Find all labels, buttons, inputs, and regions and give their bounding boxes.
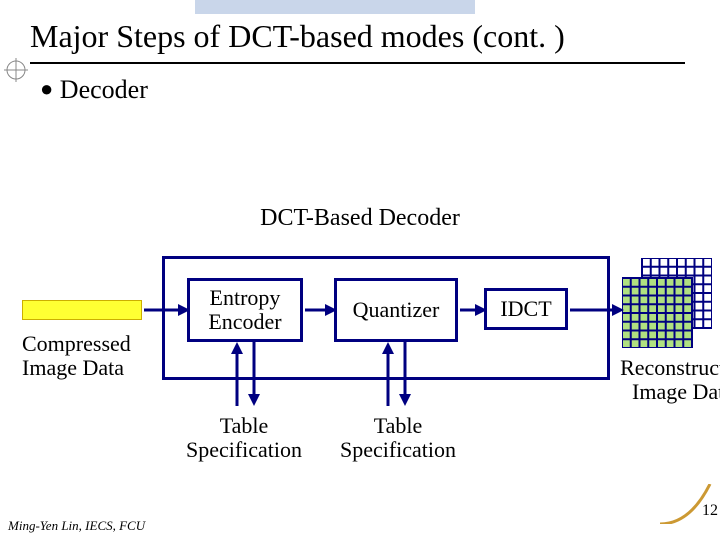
footer-author: Ming-Yen Lin, IECS, FCU: [8, 518, 145, 534]
header-band: [195, 0, 475, 14]
bullet-text: Decoder: [60, 75, 148, 104]
diagram-title: DCT-Based Decoder: [0, 205, 720, 232]
slide-title: Major Steps of DCT-based modes (cont. ): [30, 18, 565, 55]
title-underline: [30, 62, 685, 64]
flow-arrows: [22, 246, 712, 471]
bullet-item: ● Decoder: [40, 75, 148, 105]
corner-arc-icon: [660, 484, 720, 524]
decoder-diagram: Compressed Image Data Entropy Encoder Qu…: [22, 246, 712, 471]
bullet-dot-icon: ●: [40, 76, 53, 101]
crosshair-icon: [4, 58, 28, 82]
